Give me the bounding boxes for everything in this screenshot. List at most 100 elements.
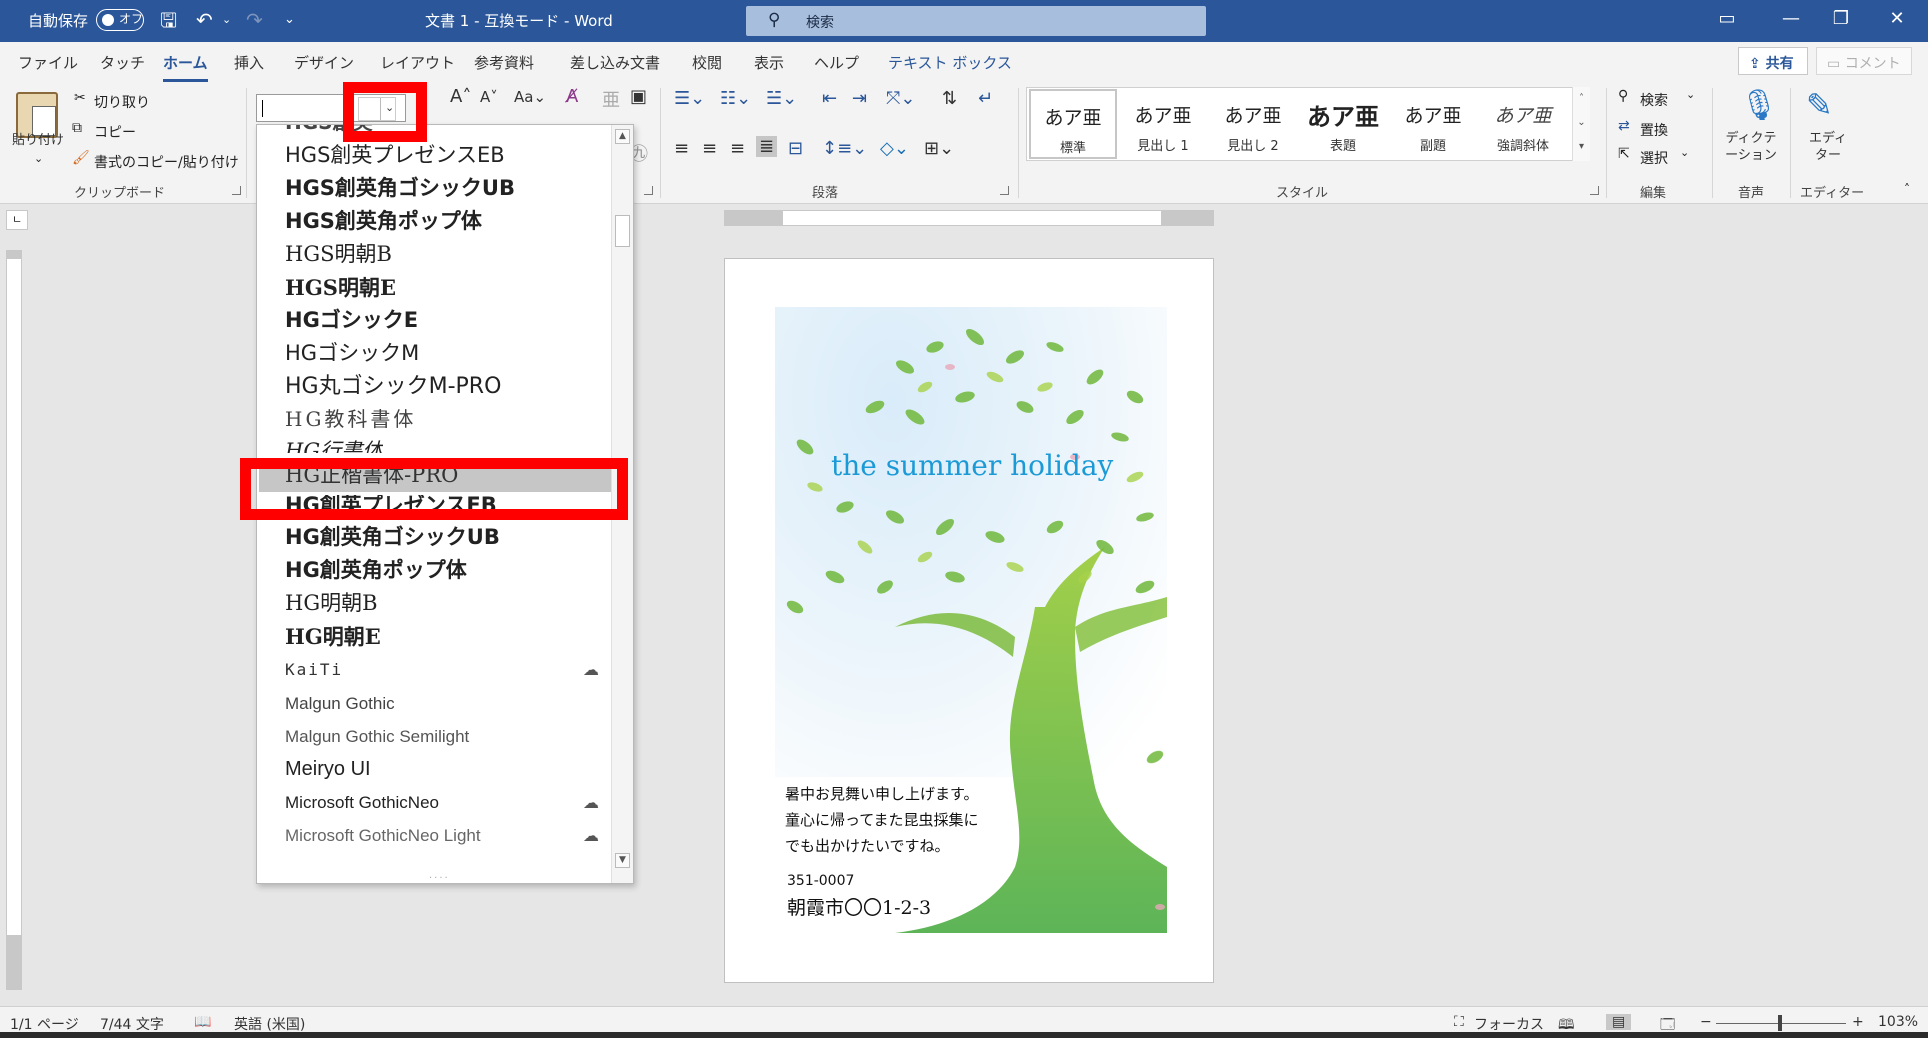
align-center-icon[interactable]: ≡ — [702, 138, 717, 159]
focus-mode-button[interactable]: フォーカス — [1474, 1014, 1544, 1034]
change-case-icon[interactable]: Aa⌄ — [514, 88, 546, 106]
tab-text-box[interactable]: テキスト ボックス — [888, 52, 1012, 73]
font-item[interactable]: HGS創英プレゼンスEB — [285, 139, 505, 172]
document-page[interactable]: the summer holiday 暑中お見舞い申し上げます。 童心に帰ってま… — [724, 258, 1214, 983]
tab-insert[interactable]: 挿入 — [234, 52, 264, 73]
redo-icon[interactable]: ↷ — [246, 9, 263, 31]
restore-icon[interactable]: ❐ — [1826, 8, 1856, 29]
print-layout-icon[interactable]: ▤ — [1606, 1014, 1632, 1030]
font-item[interactable]: HG明朝B — [285, 587, 378, 620]
collapse-ribbon-icon[interactable]: ˄ — [1904, 182, 1910, 196]
styles-launcher-icon[interactable] — [1590, 186, 1599, 195]
minimize-icon[interactable]: — — [1776, 8, 1806, 29]
clear-formatting-icon[interactable]: A̸ — [566, 86, 578, 107]
close-icon[interactable]: ✕ — [1882, 8, 1912, 29]
autosave-toggle[interactable]: オフ — [96, 9, 144, 31]
tab-help[interactable]: ヘルプ — [814, 52, 859, 73]
editor-button[interactable]: エディター — [1808, 130, 1848, 164]
show-marks-icon[interactable]: ↵ — [978, 88, 993, 109]
font-item[interactable]: HG明朝E — [285, 620, 381, 653]
style-heading-2[interactable]: あア亜 見出し 2 — [1209, 89, 1297, 159]
font-item[interactable]: Malgun Gothic — [285, 687, 395, 720]
font-item[interactable]: HGゴシックM — [285, 337, 419, 370]
clipboard-launcher-icon[interactable] — [232, 186, 241, 195]
cut-button[interactable]: 切り取り — [94, 92, 150, 112]
zoom-level[interactable]: 103% — [1878, 1014, 1918, 1030]
font-item[interactable]: HGS明朝B — [285, 238, 392, 271]
distributed-icon[interactable]: ⊟ — [788, 138, 803, 159]
replace-button[interactable]: 置換 — [1640, 120, 1668, 140]
horizontal-ruler[interactable] — [724, 210, 1214, 226]
increase-indent-icon[interactable]: ⇥ — [852, 88, 867, 109]
grow-font-icon[interactable]: A˄ — [450, 86, 471, 107]
customize-quick-access-icon[interactable]: ⌄ — [284, 9, 295, 31]
vertical-ruler[interactable] — [6, 250, 22, 990]
proofing-icon[interactable]: 📖 — [194, 1014, 211, 1030]
language-indicator[interactable]: 英語 (米国) — [234, 1014, 305, 1034]
paste-dropdown-icon[interactable]: ⌄ — [34, 152, 43, 165]
style-emphasis[interactable]: あア亜 強調斜体 — [1479, 89, 1567, 159]
cut-icon[interactable]: ✂ — [74, 90, 86, 106]
select-button[interactable]: 選択 — [1640, 148, 1668, 168]
tab-view[interactable]: 表示 — [754, 52, 784, 73]
tab-selector[interactable]: ㄴ — [6, 210, 28, 230]
search-box[interactable]: ⚲ 検索 — [746, 6, 1206, 36]
shading-icon[interactable]: ◇⌄ — [880, 138, 909, 159]
style-gallery-scroll[interactable]: ˄ ⌄ ▾ — [1572, 87, 1590, 161]
style-heading-1[interactable]: あア亜 見出し 1 — [1119, 89, 1207, 159]
share-button[interactable]: ⇪ 共有 — [1738, 47, 1808, 75]
font-item[interactable]: HG丸ゴシックM-PRO — [285, 370, 501, 403]
select-icon[interactable]: ⇱ — [1618, 146, 1630, 162]
scroll-thumb[interactable] — [615, 215, 630, 247]
save-icon[interactable]: 🖫 — [160, 9, 177, 31]
decrease-indent-icon[interactable]: ⇤ — [822, 88, 837, 109]
tab-touch[interactable]: タッチ — [100, 52, 145, 73]
font-item[interactable]: HGS創英角ポップ体 — [285, 205, 482, 238]
format-painter-icon[interactable]: 🖌 — [72, 150, 90, 166]
style-subtitle[interactable]: あア亜 副題 — [1389, 89, 1477, 159]
numbering-icon[interactable]: ☷⌄ — [720, 88, 751, 109]
font-item[interactable]: HGS創英角ゴシックUB — [285, 172, 515, 205]
sort-icon[interactable]: ⇅ — [942, 88, 957, 109]
word-count[interactable]: 7/44 文字 — [100, 1014, 164, 1034]
tab-file[interactable]: ファイル — [18, 52, 78, 73]
microphone-icon[interactable]: 🎙 — [1740, 88, 1778, 123]
tab-review[interactable]: 校閲 — [692, 52, 722, 73]
dictate-button[interactable]: ディクテーション — [1722, 130, 1780, 164]
align-left-icon[interactable]: ≡ — [674, 138, 689, 159]
editor-icon[interactable]: ✎ — [1806, 86, 1833, 124]
undo-dropdown-icon[interactable]: ⌄ — [222, 9, 231, 31]
undo-icon[interactable]: ↶ — [196, 9, 213, 31]
font-item[interactable]: Meiryo UI — [285, 753, 371, 786]
font-item[interactable]: HG創英角ポップ体 — [285, 554, 467, 587]
font-item[interactable]: Malgun Gothic Semilight — [285, 720, 469, 753]
page-count[interactable]: 1/1 ページ — [10, 1014, 79, 1034]
tab-layout[interactable]: レイアウト — [380, 52, 455, 73]
select-dropdown-icon[interactable]: ⌄ — [1680, 146, 1689, 159]
zoom-slider-thumb[interactable] — [1778, 1015, 1782, 1031]
zoom-in-button[interactable]: + — [1852, 1014, 1864, 1030]
font-item[interactable]: HG創英角ゴシックUB — [285, 521, 500, 554]
font-item[interactable]: HGゴシックE — [285, 304, 418, 337]
copy-button[interactable]: コピー — [94, 122, 136, 142]
style-normal[interactable]: あア亜 標準 — [1029, 89, 1117, 159]
tab-references[interactable]: 参考資料 — [474, 52, 534, 73]
bullets-icon[interactable]: ☰⌄ — [674, 88, 705, 109]
borders-icon[interactable]: ⊞⌄ — [924, 138, 954, 159]
postcard-image[interactable]: the summer holiday 暑中お見舞い申し上げます。 童心に帰ってま… — [775, 307, 1167, 933]
multilevel-list-icon[interactable]: ☱⌄ — [766, 88, 797, 109]
focus-icon[interactable]: ⛶ — [1454, 1014, 1464, 1030]
phonetic-guide-icon[interactable]: 亜 — [602, 86, 620, 112]
font-item[interactable]: Microsoft GothicNeo — [285, 786, 439, 819]
font-item[interactable]: Microsoft GothicNeo Light — [285, 819, 481, 852]
scroll-up-icon[interactable]: ▲ — [615, 129, 630, 144]
tab-home[interactable]: ホーム — [163, 52, 208, 82]
font-launcher-icon[interactable] — [644, 186, 653, 195]
resize-grip-icon[interactable]: ···· — [429, 873, 450, 883]
justify-icon[interactable]: ≣ — [756, 136, 778, 157]
character-border-icon[interactable]: ▣ — [630, 86, 647, 107]
find-button[interactable]: 検索 — [1640, 90, 1668, 110]
find-dropdown-icon[interactable]: ⌄ — [1686, 88, 1695, 101]
cloud-download-icon[interactable]: ☁ — [579, 826, 603, 845]
zoom-out-button[interactable]: − — [1700, 1014, 1712, 1030]
